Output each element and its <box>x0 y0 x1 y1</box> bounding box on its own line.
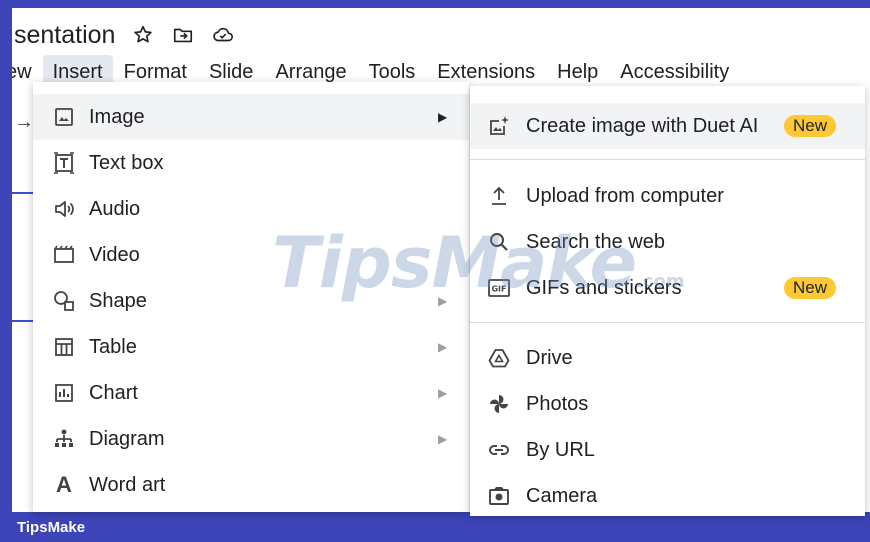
audio-icon <box>51 196 77 222</box>
search-icon <box>486 229 512 255</box>
menu-accessibility[interactable]: Accessibility <box>609 57 740 88</box>
toolbar-arrow-icon[interactable]: → <box>14 111 34 134</box>
submenu-item-label: Drive <box>526 346 573 369</box>
word-art-icon: A <box>56 472 72 497</box>
submenu-item-label: Camera <box>526 484 598 507</box>
image-icon <box>51 104 77 130</box>
submenu-item-label: Create image with Duet AI <box>526 114 759 137</box>
insert-menu-item-audio[interactable]: Audio <box>33 186 469 232</box>
insert-menu-item-diagram[interactable]: Diagram ▶ <box>33 416 469 462</box>
link-icon <box>486 437 512 463</box>
submenu-item-label: GIFs and stickers <box>526 276 682 299</box>
submenu-divider <box>470 322 865 323</box>
footer-bar: TipsMake <box>0 512 870 542</box>
gif-icon: GIF <box>486 275 512 301</box>
insert-menu-dropdown: Image ▶ Text box Audio Video Shape ▶ Tab… <box>33 82 469 512</box>
document-title[interactable]: sentation <box>14 21 115 50</box>
menu-item-label: Audio <box>89 197 141 220</box>
submenu-item-create-image-ai[interactable]: Create image with Duet AI New <box>470 103 865 149</box>
menu-item-label: Image <box>89 105 145 128</box>
ai-image-icon <box>486 113 512 139</box>
submenu-arrow-icon: ▶ <box>438 294 448 308</box>
title-row: sentation <box>12 18 235 52</box>
chart-icon <box>51 380 77 406</box>
submenu-item-label: Search the web <box>526 230 665 253</box>
submenu-item-by-url[interactable]: By URL <box>470 427 865 473</box>
submenu-arrow-icon: ▶ <box>438 340 448 354</box>
table-icon <box>51 334 77 360</box>
menu-item-label: Table <box>89 335 137 358</box>
insert-menu-item-text-box[interactable]: Text box <box>33 140 469 186</box>
star-icon[interactable] <box>131 23 155 47</box>
submenu-item-gifs-stickers[interactable]: GIF GIFs and stickers New <box>470 265 865 311</box>
photos-icon <box>486 391 512 417</box>
menu-item-label: Chart <box>89 381 138 404</box>
submenu-item-label: Upload from computer <box>526 184 724 207</box>
image-submenu: Create image with Duet AI New Upload fro… <box>470 86 865 516</box>
footer-brand: TipsMake <box>17 518 86 536</box>
submenu-arrow-icon: ▶ <box>438 110 448 124</box>
upload-icon <box>486 183 512 209</box>
submenu-item-upload[interactable]: Upload from computer <box>470 173 865 219</box>
submenu-divider <box>470 159 865 160</box>
video-icon <box>51 242 77 268</box>
new-badge: New <box>784 277 837 299</box>
menu-item-label: Text box <box>89 151 164 174</box>
insert-menu-item-chart[interactable]: Chart ▶ <box>33 370 469 416</box>
gif-icon-text: GIF <box>491 285 506 294</box>
insert-menu-item-table[interactable]: Table ▶ <box>33 324 469 370</box>
shape-icon <box>51 288 77 314</box>
text-box-icon <box>51 150 77 176</box>
submenu-item-drive[interactable]: Drive <box>470 335 865 381</box>
menu-item-label: Shape <box>89 289 147 312</box>
submenu-item-label: By URL <box>526 438 595 461</box>
diagram-icon <box>51 426 77 452</box>
menu-item-label: Diagram <box>89 427 165 450</box>
submenu-arrow-icon: ▶ <box>438 432 448 446</box>
insert-menu-item-image[interactable]: Image ▶ <box>33 94 469 140</box>
insert-menu-item-shape[interactable]: Shape ▶ <box>33 278 469 324</box>
menu-item-label: Video <box>89 243 140 266</box>
cloud-saved-icon[interactable] <box>211 23 235 47</box>
new-badge: New <box>784 115 837 137</box>
submenu-arrow-icon: ▶ <box>438 386 448 400</box>
submenu-item-search-web[interactable]: Search the web <box>470 219 865 265</box>
submenu-item-photos[interactable]: Photos <box>470 381 865 427</box>
camera-icon <box>486 483 512 509</box>
menu-help[interactable]: Help <box>546 57 609 88</box>
submenu-item-label: Photos <box>526 392 589 415</box>
menu-item-label: Word art <box>89 473 166 496</box>
insert-menu-item-word-art[interactable]: A Word art <box>33 462 469 508</box>
insert-menu-item-video[interactable]: Video <box>33 232 469 278</box>
drive-icon <box>486 345 512 371</box>
folder-move-icon[interactable] <box>171 23 195 47</box>
